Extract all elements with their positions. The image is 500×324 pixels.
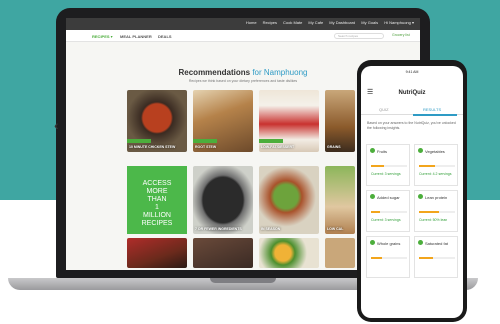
nav-deals[interactable]: DEALS xyxy=(158,34,172,39)
topnav-recipes[interactable]: Recipes xyxy=(263,20,277,25)
promo-line: MORE xyxy=(146,188,168,195)
recipe-caption: ROOT STEW xyxy=(195,145,217,149)
recipe-card[interactable]: GRAINS xyxy=(325,90,355,152)
insight-tile[interactable]: Fruits Current: 3 servings xyxy=(366,144,410,186)
promo-line: 1 xyxy=(155,204,159,211)
status-time: 9:41 AM xyxy=(405,70,419,74)
title-username: Namphuong xyxy=(263,68,308,77)
tab-results[interactable]: RESULTS xyxy=(423,107,441,112)
topnav-user-menu[interactable]: Hi Namphuong ▾ xyxy=(384,20,414,25)
fruit-icon xyxy=(370,148,375,153)
top-nav-bar: Home Recipes Cook Mate My Cafe My Dashbo… xyxy=(66,18,420,30)
topnav-goals[interactable]: My Goals xyxy=(361,20,378,25)
insight-tile[interactable]: Saturated fat xyxy=(414,236,458,278)
promo-stage: Home Recipes Cook Mate My Cafe My Dashbo… xyxy=(0,0,500,324)
tile-result: Current: 4.2 servings xyxy=(419,172,452,176)
recipe-card[interactable]: LOW-FAT/DESSERT xyxy=(259,90,319,152)
progress-fill xyxy=(371,257,382,259)
promo-line: RECIPES xyxy=(141,220,173,227)
title-connector: for xyxy=(252,68,262,77)
app-title: NutriQuiz xyxy=(398,90,426,96)
insight-tile[interactable]: Whole grains xyxy=(366,236,410,278)
protein-icon xyxy=(418,194,423,199)
progress-bar xyxy=(371,257,407,259)
secondary-nav: RECIPES ▾ MEAL PLANNER DEALS Search reci… xyxy=(66,30,420,42)
grocery-list-link[interactable]: Grocery list xyxy=(392,33,410,37)
recipe-tag xyxy=(259,139,283,143)
recipe-tag xyxy=(127,139,151,143)
progress-bar xyxy=(371,211,407,213)
recipe-card[interactable]: 7 OR FEWER INGREDIENTS xyxy=(193,166,253,234)
tile-name: Added sugar xyxy=(377,195,400,200)
tile-result: Current: 50% lean xyxy=(419,218,448,222)
title-prefix: Recommendations xyxy=(178,68,251,77)
recipe-caption: LOW CAL xyxy=(327,227,344,231)
recipe-caption: GRAINS xyxy=(327,145,341,149)
tile-name: Vegetables xyxy=(425,149,445,154)
promo-tile[interactable]: ACCESS MORE THAN 1 MILLION RECIPES xyxy=(127,166,187,234)
search-input[interactable]: Search recipes xyxy=(334,33,384,39)
recipe-caption: LOW-FAT/DESSERT xyxy=(261,145,295,149)
nav-meal-planner[interactable]: MEAL PLANNER xyxy=(120,34,152,39)
insight-tile[interactable]: Added sugar Current: 3 servings xyxy=(366,190,410,232)
recipe-card[interactable]: LOW CAL xyxy=(325,166,355,234)
progress-bar xyxy=(419,211,455,213)
progress-bar xyxy=(371,165,407,167)
recipe-card[interactable]: ROOT STEW xyxy=(193,90,253,152)
carousel-prev-icon[interactable]: ‹ xyxy=(54,117,59,133)
vegetable-icon xyxy=(418,148,423,153)
active-tab-indicator xyxy=(413,114,457,116)
tile-name: Lean protein xyxy=(425,195,448,200)
recipe-caption: 7 OR FEWER INGREDIENTS xyxy=(195,227,242,231)
promo-line: THAN xyxy=(147,196,167,203)
recipe-caption: 10 MINUTE CHICKEN STEW xyxy=(129,145,176,149)
results-intro: Based on your answers to the NutriQuiz, … xyxy=(367,121,456,130)
recipe-caption: IN SEASON xyxy=(261,227,281,231)
tile-result: Current: 3 servings xyxy=(371,172,401,176)
topnav-mycafe[interactable]: My Cafe xyxy=(308,20,323,25)
tile-name: Saturated fat xyxy=(425,241,448,246)
fat-icon xyxy=(418,240,423,245)
nav-recipes[interactable]: RECIPES ▾ xyxy=(92,34,113,39)
insight-tile[interactable]: Vegetables Current: 4.2 servings xyxy=(414,144,458,186)
progress-fill xyxy=(371,211,380,213)
progress-bar xyxy=(419,257,455,259)
topnav-dashboard[interactable]: My Dashboard xyxy=(329,20,355,25)
tab-quiz[interactable]: QUIZ xyxy=(379,107,389,112)
grain-icon xyxy=(370,240,375,245)
progress-fill xyxy=(419,165,436,167)
tile-name: Whole grains xyxy=(377,241,401,246)
laptop-notch xyxy=(210,278,276,283)
tile-name: Fruits xyxy=(377,149,387,154)
topnav-cookmate[interactable]: Cook Mate xyxy=(283,20,302,25)
insight-tile[interactable]: Lean protein Current: 50% lean xyxy=(414,190,458,232)
progress-fill xyxy=(371,165,384,167)
tile-result: Current: 3 servings xyxy=(371,218,401,222)
sugar-icon xyxy=(370,194,375,199)
progress-fill xyxy=(419,257,434,259)
progress-fill xyxy=(419,211,439,213)
recipe-card[interactable] xyxy=(259,238,319,268)
recipe-card[interactable]: 10 MINUTE CHICKEN STEW xyxy=(127,90,187,152)
promo-line: ACCESS xyxy=(142,180,172,187)
recipe-card[interactable]: IN SEASON xyxy=(259,166,319,234)
promo-line: MILLION xyxy=(142,212,171,219)
recipe-card[interactable] xyxy=(127,238,187,268)
phone-screen: 9:41 AM ☰ NutriQuiz QUIZ RESULTS Based o… xyxy=(361,66,463,318)
progress-bar xyxy=(419,165,455,167)
recipe-tag xyxy=(193,139,217,143)
topnav-home[interactable]: Home xyxy=(246,20,257,25)
recipe-card[interactable] xyxy=(193,238,253,268)
recipe-card[interactable] xyxy=(325,238,355,268)
